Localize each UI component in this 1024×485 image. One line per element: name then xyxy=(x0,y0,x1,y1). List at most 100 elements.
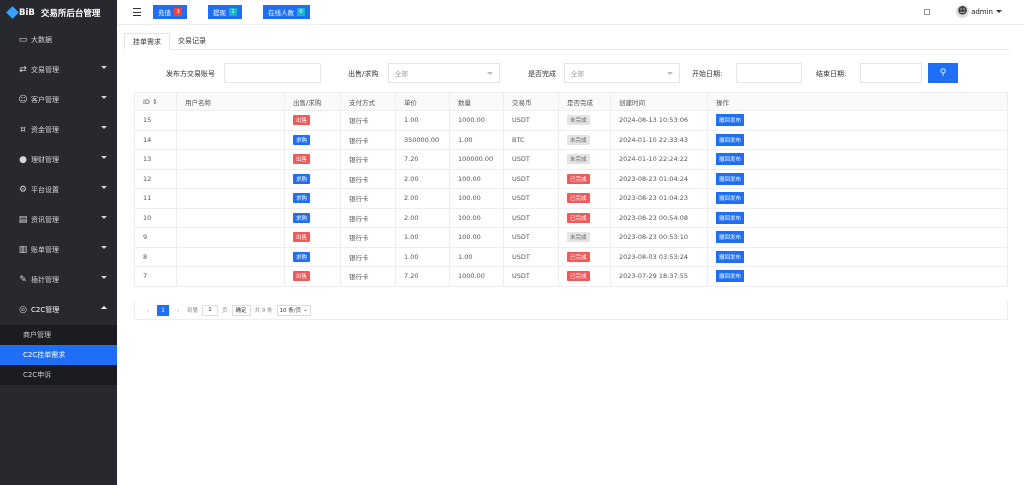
prev-page-icon[interactable]: ‹ xyxy=(143,306,153,315)
chevron-down-icon xyxy=(487,72,493,75)
cell-done: 未完成 xyxy=(558,227,611,248)
status-badge: 已完成 xyxy=(567,251,590,262)
table-body: 15 出售 银行卡 1.00 1000.00 USDT 未完成 2024-08-13 10:5… xyxy=(134,110,1008,287)
withdraw-post-button[interactable]: 撤回发布 xyxy=(716,211,745,224)
start-date-input[interactable] xyxy=(736,63,802,83)
exchange-icon: ⇄ xyxy=(19,65,27,75)
end-date-input[interactable] xyxy=(860,63,922,83)
sidebar-item-label: 账单管理 xyxy=(31,246,59,254)
sidebar-item-platform-settings[interactable]: ⚙ 平台设置 xyxy=(0,175,117,205)
cell-coin: USDT xyxy=(503,110,559,131)
cell-pay: 银行卡 xyxy=(340,246,396,267)
chevron-down-icon xyxy=(667,72,673,75)
user-name[interactable]: admin xyxy=(971,8,993,16)
cell-user xyxy=(176,149,285,170)
cell-pay: 银行卡 xyxy=(340,266,396,287)
withdraw-post-button[interactable]: 撤回发布 xyxy=(716,172,745,185)
cell-coin: USDT xyxy=(503,207,559,228)
cell-price: 7.20 xyxy=(395,266,450,287)
cell-qty: 100.00 xyxy=(449,168,504,189)
sidebar-item-pins[interactable]: ✎ 插针管理 xyxy=(0,265,117,295)
table-row: 15 出售 银行卡 1.00 1000.00 USDT 未完成 2024-08-13 10:5… xyxy=(134,110,1008,131)
fullscreen-icon[interactable] xyxy=(924,8,931,15)
column-header: 数量 xyxy=(449,92,504,111)
cell-pay: 银行卡 xyxy=(340,149,396,170)
done-select[interactable]: 全部 xyxy=(564,63,680,83)
cell-action: 撤回发布 xyxy=(707,227,1008,248)
column-header: 是否完成 xyxy=(558,92,611,111)
sidebar-item-trade[interactable]: ⇄ 交易管理 xyxy=(0,55,117,85)
online-users-button[interactable]: 在线人数 0 xyxy=(263,5,310,19)
recharge-button[interactable]: 充值 3 xyxy=(153,5,187,19)
type-select[interactable]: 全部 xyxy=(388,63,500,83)
cell-time: 2024-01-10 22:33:43 xyxy=(610,129,708,150)
cell-price: 2.00 xyxy=(395,168,450,189)
pagination: ‹ 1 › 到第 1 页 确定 共 9 条 10 条/页 ⌄ xyxy=(134,301,1008,320)
side-badge: 出售 xyxy=(293,232,311,243)
withdraw-post-button[interactable]: 撤回发布 xyxy=(716,231,745,244)
withdraw-post-button[interactable]: 撤回发布 xyxy=(716,192,745,205)
goto-page-input[interactable]: 1 xyxy=(202,304,219,316)
current-page[interactable]: 1 xyxy=(157,304,169,316)
cell-user xyxy=(176,129,285,150)
menu-toggle-icon[interactable] xyxy=(133,8,141,16)
cell-done: 已完成 xyxy=(558,207,611,228)
cell-price: 2.00 xyxy=(395,207,450,228)
sidebar-item-bills[interactable]: ▥ 账单管理 xyxy=(0,235,117,265)
sidebar-item-funds[interactable]: ¤ 资金管理 xyxy=(0,115,117,145)
sidebar-item-big-data[interactable]: ▭ 大数据 xyxy=(0,25,117,55)
sidebar-item-label: 资讯管理 xyxy=(31,216,59,224)
brand-logo[interactable]: BiB 交易所后台管理 xyxy=(0,0,117,25)
tab-orders[interactable]: 挂单需求 xyxy=(124,33,170,50)
page-size-select[interactable]: 10 条/页 ⌄ xyxy=(276,304,311,316)
sidebar-subitem-merchants[interactable]: 商户管理 xyxy=(0,325,117,345)
page-size-value: 10 条/页 xyxy=(279,308,302,314)
sidebar-item-label: 插针管理 xyxy=(31,276,59,284)
withdraw-post-button[interactable]: 撤回发布 xyxy=(716,114,745,127)
sidebar-subitem-c2c-appeals[interactable]: C2C申诉 xyxy=(0,365,117,385)
withdraw-button[interactable]: 提现 1 xyxy=(208,5,242,19)
withdraw-post-button[interactable]: 撤回发布 xyxy=(716,133,745,146)
tab-trade-records[interactable]: 交易记录 xyxy=(170,33,214,49)
withdraw-post-button[interactable]: 撤回发布 xyxy=(716,153,745,166)
cell-user xyxy=(176,266,285,287)
cell-qty: 100.00 xyxy=(449,188,504,209)
search-button[interactable]: ⚲ xyxy=(928,63,958,83)
chevron-down-icon xyxy=(101,186,107,189)
cell-id: 15 xyxy=(134,110,177,131)
cell-price: 1.00 xyxy=(395,246,450,267)
sidebar-item-c2c[interactable]: ◎ C2C管理 xyxy=(0,295,117,325)
cell-id: 14 xyxy=(134,129,177,150)
online-count-badge: 0 xyxy=(297,8,305,16)
start-date-label: 开始日期: xyxy=(692,70,723,78)
cell-id: 7 xyxy=(134,266,177,287)
cell-time: 2023-08-23 01:04:24 xyxy=(610,168,708,189)
sidebar-item-customers[interactable]: ☺ 客户管理 xyxy=(0,85,117,115)
sidebar-item-news[interactable]: ▤ 资讯管理 xyxy=(0,205,117,235)
cell-pay: 银行卡 xyxy=(340,227,396,248)
account-input[interactable] xyxy=(224,63,321,83)
c2c-icon: ◎ xyxy=(19,305,27,315)
cell-action: 撤回发布 xyxy=(707,129,1008,150)
table-header-row: ID ⇕ 用户名称 出售/求购 支付方式 单价 数量 交易币 是否完成 创建时间… xyxy=(134,92,1008,111)
table-row: 12 求购 银行卡 2.00 100.00 USDT 已完成 2023-08-23 01:04… xyxy=(134,168,1008,189)
goto-confirm-button[interactable]: 确定 xyxy=(231,304,251,316)
withdraw-post-button[interactable]: 撤回发布 xyxy=(716,250,745,263)
sidebar-subitem-c2c-orders[interactable]: C2C挂单需求 xyxy=(0,345,117,365)
cell-id: 9 xyxy=(134,227,177,248)
withdraw-post-button[interactable]: 撤回发布 xyxy=(716,270,745,283)
cell-done: 未完成 xyxy=(558,149,611,170)
done-label: 是否完成 xyxy=(528,70,556,78)
cell-pay: 银行卡 xyxy=(340,129,396,150)
top-bar: 充值 3 提现 1 在线人数 0 ☻ admin xyxy=(117,0,1024,25)
sidebar-item-wealth[interactable]: ● 理财管理 xyxy=(0,145,117,175)
column-header[interactable]: ID ⇕ xyxy=(134,92,177,111)
status-badge: 已完成 xyxy=(567,212,590,223)
monitor-icon: ▭ xyxy=(18,35,28,45)
settings-icon: ⚙ xyxy=(18,185,28,195)
avatar[interactable]: ☻ xyxy=(956,5,970,18)
status-badge: 已完成 xyxy=(567,173,590,184)
next-page-icon[interactable]: › xyxy=(173,306,183,315)
cell-time: 2023-08-03 03:53:24 xyxy=(610,246,708,267)
caret-down-icon[interactable] xyxy=(996,10,1002,13)
